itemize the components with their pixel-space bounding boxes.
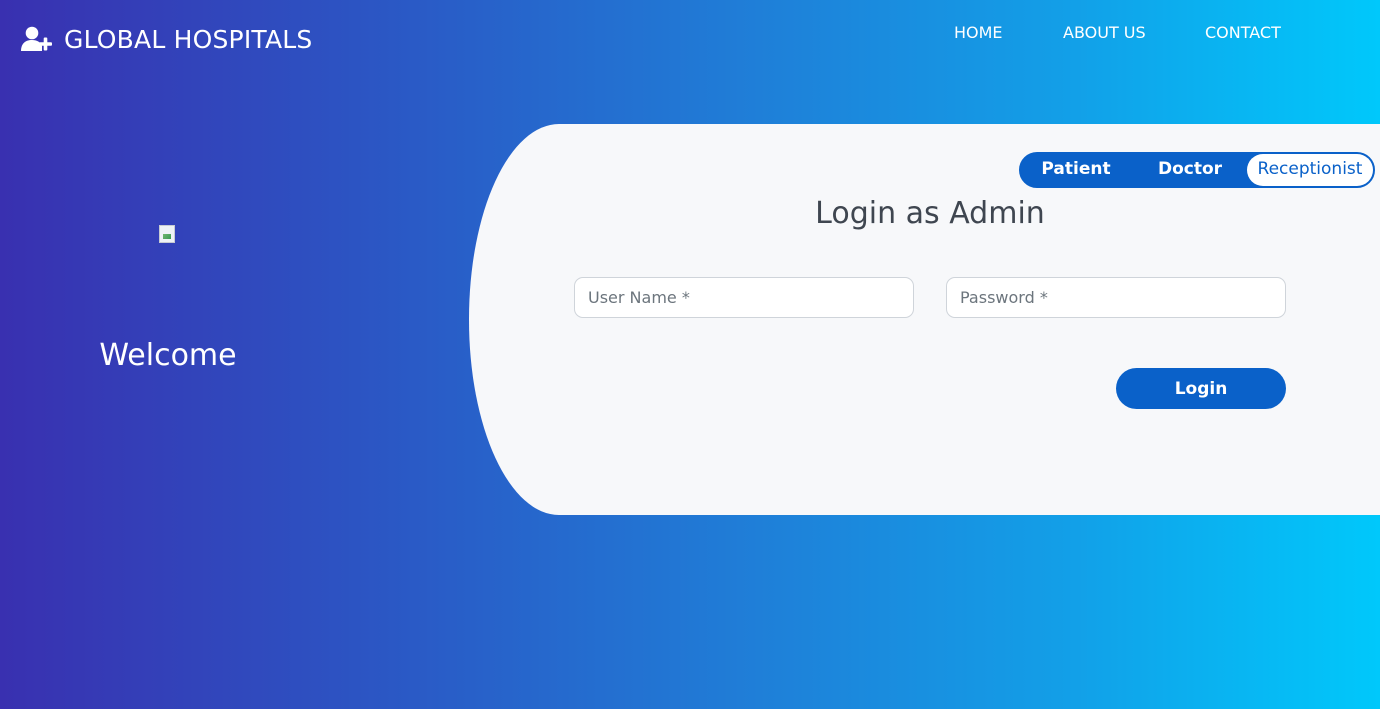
role-tab-doctor[interactable]: Doctor: [1136, 154, 1244, 186]
role-switch: Patient Doctor Receptionist: [1019, 152, 1375, 188]
login-button[interactable]: Login: [1116, 368, 1286, 409]
login-card: Patient Doctor Receptionist Login as Adm…: [469, 124, 1380, 515]
username-input[interactable]: [574, 277, 914, 318]
login-title: Login as Admin: [815, 196, 1045, 231]
password-input[interactable]: [946, 277, 1286, 318]
welcome-panel: Welcome: [0, 124, 336, 514]
top-nav: HOME ABOUT US CONTACT: [0, 23, 1380, 47]
nav-home-link[interactable]: HOME: [954, 23, 1003, 42]
nav-contact-link[interactable]: CONTACT: [1205, 23, 1281, 42]
role-tab-patient[interactable]: Patient: [1021, 154, 1131, 186]
broken-image-icon: [159, 225, 175, 243]
welcome-heading: Welcome: [99, 338, 237, 373]
nav-about-us-link[interactable]: ABOUT US: [1063, 23, 1146, 42]
role-tab-receptionist[interactable]: Receptionist: [1247, 154, 1373, 186]
